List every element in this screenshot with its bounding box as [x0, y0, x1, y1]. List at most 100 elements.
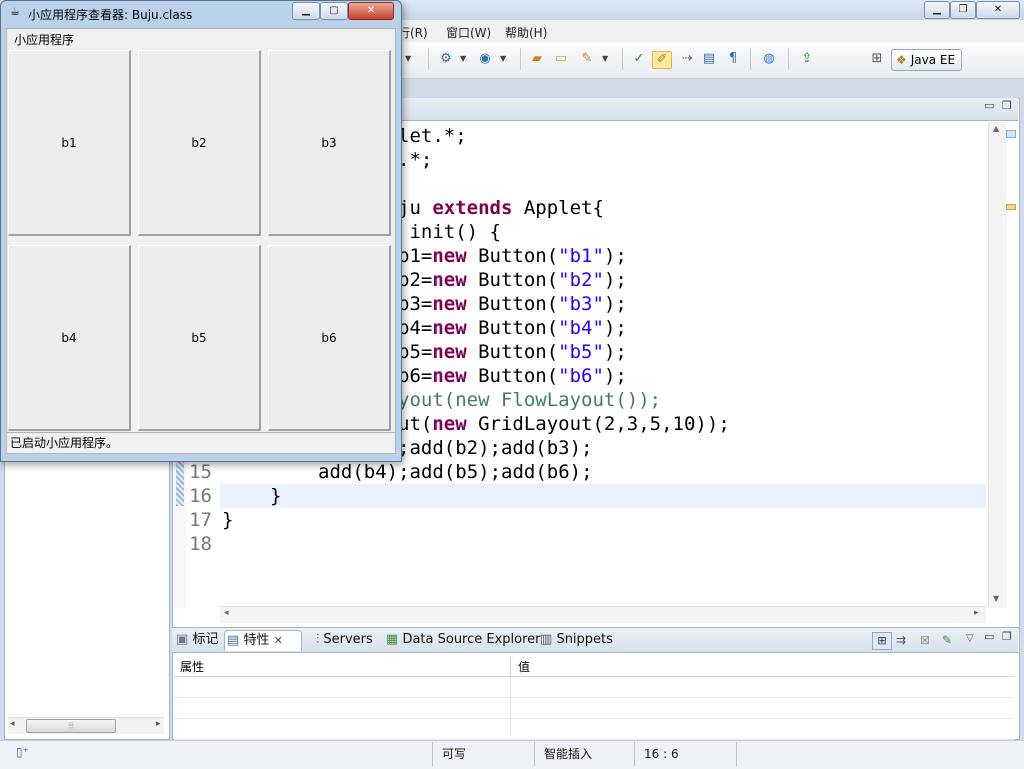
- commented-code-line[interactable]: yout(new FlowLayout());: [398, 388, 661, 412]
- toolbar-separator: [788, 48, 789, 70]
- column-divider[interactable]: [510, 656, 511, 676]
- line-number: 17: [189, 509, 212, 531]
- code-line[interactable]: b3=new Button("b3");: [398, 292, 627, 316]
- chevron-down-icon[interactable]: ▼: [405, 54, 411, 63]
- scroll-right-icon[interactable]: ▸: [974, 608, 979, 618]
- globe-icon[interactable]: ◍: [760, 51, 778, 67]
- pin-icon[interactable]: ✎: [942, 633, 952, 647]
- left-scroll-thumb[interactable]: ⦙⦙⦙: [26, 719, 116, 733]
- scroll-left-icon[interactable]: ◂: [10, 719, 15, 729]
- properties-table-header: 属性 值: [174, 656, 1014, 677]
- code-token: Applet{: [512, 197, 604, 219]
- editor-vertical-scrollbar[interactable]: ▲ ▼: [988, 122, 1007, 608]
- eclipse-close-button[interactable]: ✕: [976, 1, 1020, 19]
- scroll-down-icon[interactable]: ▼: [993, 594, 999, 603]
- scroll-right-icon[interactable]: ▸: [156, 719, 161, 729]
- open-folder-icon[interactable]: ▭: [552, 51, 570, 67]
- chevron-down-icon[interactable]: ▼: [602, 54, 608, 63]
- applet-button-b4[interactable]: b4: [8, 245, 131, 431]
- applet-window-title: 小应用程序查看器: Buju.class: [28, 8, 193, 22]
- applet-minimize-button[interactable]: ▁: [292, 2, 320, 20]
- markers-icon: ▣: [176, 632, 189, 647]
- warning-marker[interactable]: [1006, 204, 1016, 210]
- applet-button-b1[interactable]: b1: [8, 50, 131, 236]
- scroll-up-icon[interactable]: ▲: [993, 124, 999, 133]
- fast-view-icon[interactable]: ▯⁺: [16, 745, 29, 759]
- view-menu-icon[interactable]: ▽: [966, 633, 974, 644]
- keyword-token: extends: [432, 197, 513, 219]
- code-line[interactable]: ;add(b2);add(b3);: [398, 436, 592, 460]
- perspective-java-ee-button[interactable]: ❖ Java EE: [891, 49, 963, 71]
- minimize-view-icon[interactable]: ▭: [984, 630, 994, 643]
- show-source-icon[interactable]: ▤: [700, 51, 718, 67]
- column-header-value[interactable]: 值: [518, 658, 530, 675]
- status-bar: [0, 740, 1024, 769]
- show-categories-icon[interactable]: ⊞: [872, 632, 892, 650]
- tab-snippets[interactable]: ▥ Snippets: [538, 630, 613, 650]
- status-write-mode: 可写: [442, 747, 467, 761]
- chevron-down-icon[interactable]: ▼: [460, 54, 466, 63]
- code-line[interactable]: ut(new GridLayout(2,3,5,10));: [398, 412, 730, 436]
- show-advanced-icon[interactable]: ⇉: [896, 633, 906, 647]
- code-line[interactable]: b5=new Button("b5");: [398, 340, 627, 364]
- change-marker: [176, 460, 184, 506]
- code-line[interactable]: }: [270, 484, 281, 508]
- code-line[interactable]: }: [222, 508, 233, 532]
- menu-run[interactable]: 行(R): [398, 24, 428, 41]
- code-line[interactable]: init() {: [398, 220, 501, 244]
- code-line[interactable]: b6=new Button("b6");: [398, 364, 627, 388]
- search-icon[interactable]: ✎: [578, 51, 596, 67]
- applet-button-b2[interactable]: b2: [138, 50, 261, 236]
- line-number: 15: [189, 461, 212, 483]
- open-perspective-icon[interactable]: ⊞: [868, 51, 886, 67]
- tab-markers[interactable]: ▣ 标记: [174, 630, 218, 650]
- minimize-view-icon[interactable]: ▭: [984, 99, 994, 112]
- menu-window[interactable]: 窗口(W): [446, 24, 491, 41]
- overview-ruler-marker[interactable]: [1006, 130, 1016, 138]
- code-line[interactable]: ju extends Applet{: [398, 196, 604, 220]
- current-line-highlight: [220, 484, 986, 508]
- menu-help[interactable]: 帮助(H): [505, 24, 547, 41]
- menu-applet[interactable]: 小应用程序: [14, 31, 74, 48]
- block-selection-icon[interactable]: ⇢: [678, 51, 696, 67]
- new-server-icon[interactable]: ⚙: [437, 51, 455, 67]
- code-line[interactable]: let.*;: [398, 124, 467, 148]
- editor-horizontal-scrollbar[interactable]: ◂ ▸: [220, 606, 986, 623]
- maximize-view-icon[interactable]: ❐: [1002, 630, 1012, 643]
- tab-properties[interactable]: ▤ 特性 ✕: [224, 630, 302, 651]
- applet-close-button[interactable]: ✕: [348, 2, 394, 20]
- java-ee-icon: ❖: [896, 53, 907, 67]
- code-line[interactable]: b4=new Button("b4");: [398, 316, 627, 340]
- table-row: [174, 698, 1014, 719]
- maximize-view-icon[interactable]: ❐: [1002, 99, 1012, 112]
- column-header-property[interactable]: 属性: [180, 658, 204, 675]
- chevron-down-icon[interactable]: ▼: [500, 54, 506, 63]
- applet-button-b3[interactable]: b3: [268, 50, 391, 236]
- applet-maximize-button[interactable]: ▢: [320, 2, 348, 20]
- status-separator: [534, 742, 535, 766]
- code-line[interactable]: add(b4);add(b5);add(b6);: [318, 460, 593, 484]
- close-icon[interactable]: ✕: [274, 634, 283, 647]
- code-line[interactable]: b2=new Button("b2");: [398, 268, 627, 292]
- code-line[interactable]: b1=new Button("b1");: [398, 244, 627, 268]
- code-line[interactable]: .*;: [398, 148, 432, 172]
- annotation-icon[interactable]: ✓: [630, 51, 648, 67]
- mark-occurrences-icon[interactable]: ✐: [652, 51, 672, 69]
- data-source-icon: ▦: [386, 632, 399, 647]
- restore-default-icon[interactable]: ⊠: [920, 633, 930, 647]
- applet-status-text: 已启动小应用程序。: [10, 436, 119, 450]
- tab-servers[interactable]: ⫶ Servers: [314, 630, 373, 650]
- status-separator: [432, 742, 433, 766]
- open-type-icon[interactable]: ▰: [528, 51, 546, 67]
- status-insert-mode: 智能插入: [544, 747, 593, 761]
- applet-button-b5[interactable]: b5: [138, 245, 261, 431]
- web-service-icon[interactable]: ◉: [476, 51, 494, 67]
- scroll-left-icon[interactable]: ◂: [224, 608, 229, 618]
- applet-button-b6[interactable]: b6: [268, 245, 391, 431]
- eclipse-minimize-button[interactable]: ▁: [924, 1, 950, 19]
- show-whitespace-icon[interactable]: ¶: [724, 51, 742, 67]
- eclipse-maximize-button[interactable]: ❐: [950, 1, 976, 19]
- tab-data-source-explorer[interactable]: ▦ Data Source Explorer: [384, 630, 541, 650]
- remote-deploy-icon[interactable]: ⇪: [798, 51, 816, 67]
- status-separator: [634, 742, 635, 766]
